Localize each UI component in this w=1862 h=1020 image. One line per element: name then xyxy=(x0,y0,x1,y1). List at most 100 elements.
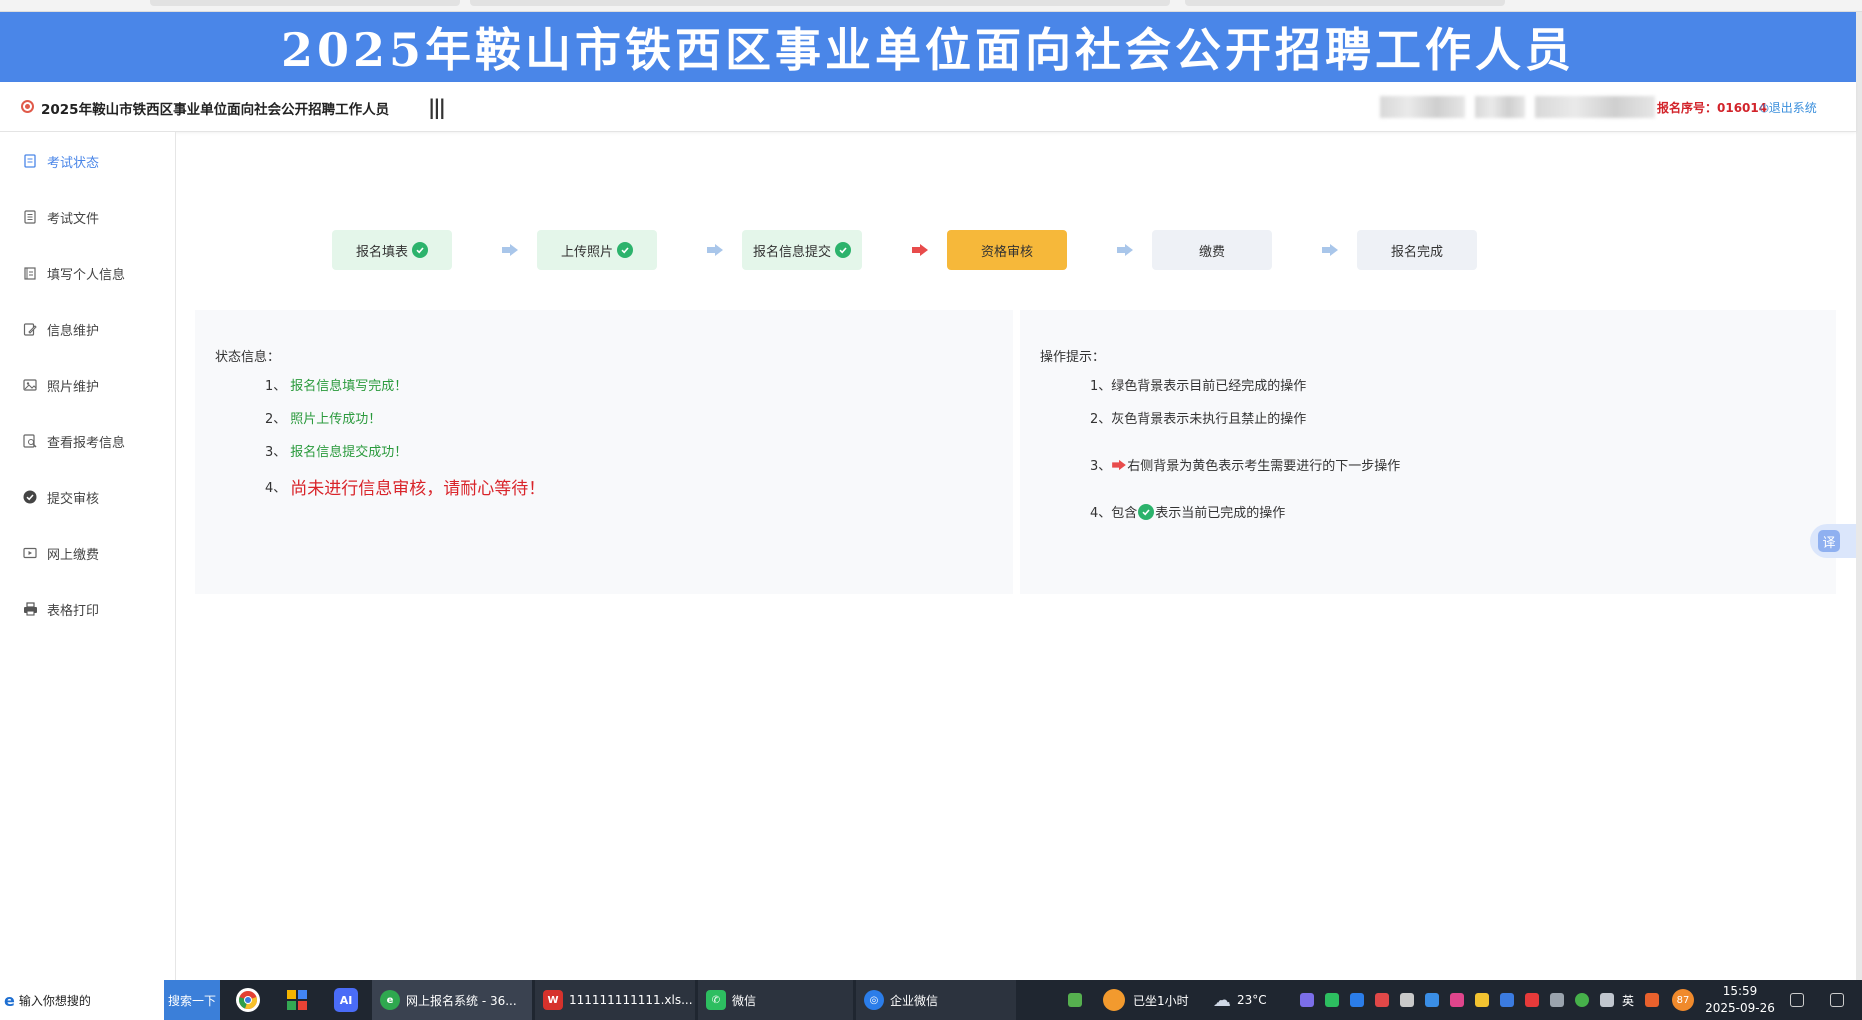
sidebar-item-label: 填写个人信息 xyxy=(47,267,126,283)
status-heading: 状态信息： xyxy=(215,350,281,365)
status-line-number: 1、 xyxy=(265,379,287,394)
translate-button[interactable]: 译 xyxy=(1810,524,1856,558)
wechat-tray-icon[interactable] xyxy=(1325,993,1339,1007)
wecom-tray-icon[interactable] xyxy=(1350,993,1364,1007)
hint-line: 3、 右侧背景为黄色表示考生需要进行的下一步操作 xyxy=(1090,455,1400,474)
browser-tab-strip xyxy=(0,0,1862,12)
step-payment[interactable]: 缴费 xyxy=(1152,230,1272,270)
taskbar-search-button[interactable]: 搜索一下 xyxy=(164,980,220,1020)
printer-icon xyxy=(22,601,38,617)
sogou-icon[interactable] xyxy=(1645,993,1659,1007)
sitting-reminder[interactable]: 已坐1小时 xyxy=(1103,980,1189,1020)
sidebar-item-online-payment[interactable]: 网上缴费 xyxy=(0,533,175,573)
arrow-right-icon xyxy=(1322,244,1338,256)
step-upload-photo[interactable]: 上传照片 xyxy=(537,230,657,270)
check-circle-icon xyxy=(22,489,38,505)
status-line-text: 报名信息填写完成！ xyxy=(290,379,408,394)
tray-app-icon[interactable] xyxy=(1300,993,1314,1007)
taskbar-app-label: 企业微信 xyxy=(890,993,939,1008)
ai-app-icon[interactable]: AI xyxy=(334,988,358,1012)
sidebar-item-exam-status[interactable]: 考试状态 xyxy=(0,141,175,181)
os-taskbar: e 输入你想搜的 搜索一下 AI e 网上报名系统 - 36... W 1111… xyxy=(0,980,1862,1020)
hint-line-text: 灰色背景表示未执行且禁止的操作 xyxy=(1111,412,1307,427)
browser-tab[interactable] xyxy=(150,0,460,6)
wecom-icon: ◎ xyxy=(864,990,884,1010)
browser-address-bar[interactable] xyxy=(470,0,1170,6)
page-scrollbar[interactable] xyxy=(1856,12,1862,980)
tray-app-icon[interactable] xyxy=(1450,993,1464,1007)
sidebar-item-submit-review[interactable]: 提交审核 xyxy=(0,477,175,517)
chrome-icon[interactable] xyxy=(236,988,260,1012)
step-label: 缴费 xyxy=(1198,244,1225,260)
logo-icon xyxy=(21,100,34,113)
search-doc-icon xyxy=(22,433,38,449)
bluetooth-icon[interactable] xyxy=(1500,993,1514,1007)
show-desktop-icon[interactable] xyxy=(1790,993,1804,1007)
redacted-user-info xyxy=(1535,96,1655,118)
hint-line-text: 表示当前已完成的操作 xyxy=(1155,506,1286,521)
tray-app-icon[interactable] xyxy=(1525,993,1539,1007)
step-submit-info[interactable]: 报名信息提交 xyxy=(742,230,862,270)
status-line-number: 3、 xyxy=(265,445,287,460)
step-fill-form[interactable]: 报名填表 xyxy=(332,230,452,270)
tray-app-icon[interactable] xyxy=(1575,993,1589,1007)
step-label: 资格审核 xyxy=(980,244,1033,260)
tray-app-icon[interactable] xyxy=(1475,993,1489,1007)
usb-tray-icon[interactable] xyxy=(1400,993,1414,1007)
step-label: 上传照片 xyxy=(560,244,613,260)
wifi-icon[interactable] xyxy=(1550,993,1564,1007)
ime-indicator[interactable]: 英 xyxy=(1622,980,1634,1020)
arrow-right-icon xyxy=(707,244,723,256)
step-label: 报名完成 xyxy=(1390,244,1443,260)
weather-text: 23°C xyxy=(1237,993,1267,1007)
taskbar-app-label: 网上报名系统 - 36... xyxy=(406,993,517,1008)
browser-icon: e xyxy=(380,990,400,1010)
taskbar-app-registration[interactable]: e 网上报名系统 - 36... xyxy=(372,980,532,1020)
sidebar-item-form-print[interactable]: 表格打印 xyxy=(0,589,175,629)
taskbar-app-wechat[interactable]: ✆ 微信 xyxy=(698,980,853,1020)
weather-widget[interactable]: ☁ 23°C xyxy=(1213,980,1267,1020)
sidebar-item-label: 照片维护 xyxy=(47,379,100,395)
hint-line-number: 1、 xyxy=(1090,379,1112,394)
notification-center-icon[interactable] xyxy=(1830,993,1844,1007)
sidebar-item-info-maintenance[interactable]: 信息维护 xyxy=(0,309,175,349)
clock-time: 15:59 xyxy=(1722,984,1758,998)
pencil-doc-icon xyxy=(22,321,38,337)
search-tray-icon[interactable] xyxy=(1425,993,1439,1007)
step-qualification-review[interactable]: 资格审核 xyxy=(947,230,1067,270)
status-line-pending: 尚未进行信息审核，请耐心等待！ xyxy=(290,479,546,499)
registration-number: 报名序号：016014 xyxy=(1657,101,1768,115)
doc-icon xyxy=(22,153,38,169)
menu-toggle-button[interactable]: ||| xyxy=(428,95,446,119)
volume-icon[interactable] xyxy=(1600,993,1614,1007)
taskbar-app-wps[interactable]: W 111111111111.xls... xyxy=(535,980,695,1020)
sidebar-item-label: 考试文件 xyxy=(47,211,100,227)
badge-count: 87 xyxy=(1672,989,1694,1011)
sidebar-item-personal-info[interactable]: 填写个人信息 xyxy=(0,253,175,293)
hint-line: 1、 绿色背景表示目前已经完成的操作 xyxy=(1090,375,1306,394)
taskbar-app-label: 微信 xyxy=(732,993,757,1008)
system-clock[interactable]: 15:59 2025-09-26 xyxy=(1700,983,1780,1017)
hint-line: 4、 包含 表示当前已完成的操作 xyxy=(1090,502,1285,521)
sidebar-item-view-registration[interactable]: 查看报考信息 xyxy=(0,421,175,461)
logout-link[interactable]: ⏻退出系统 xyxy=(1760,99,1817,116)
check-icon xyxy=(1138,503,1155,520)
step-registration-complete[interactable]: 报名完成 xyxy=(1357,230,1477,270)
sidebar-item-exam-files[interactable]: 考试文件 xyxy=(0,197,175,237)
app-grid-icon[interactable] xyxy=(285,988,309,1012)
taskbar-search-input[interactable]: e 输入你想搜的 xyxy=(0,980,164,1020)
check-icon xyxy=(835,242,851,258)
power-icon: ⏻ xyxy=(1760,102,1769,115)
sidebar-item-label: 信息维护 xyxy=(47,323,100,339)
hints-heading: 操作提示： xyxy=(1040,350,1106,365)
browser-search-bar[interactable] xyxy=(1185,0,1505,6)
image-icon xyxy=(22,377,38,393)
battery-icon[interactable] xyxy=(1068,993,1082,1007)
hint-line-text: 右侧背景为黄色表示考生需要进行的下一步操作 xyxy=(1127,459,1401,474)
taskbar-app-wecom[interactable]: ◎ 企业微信 xyxy=(856,980,1016,1020)
arrow-right-icon xyxy=(1117,244,1133,256)
sidebar-item-photo-maintenance[interactable]: 照片维护 xyxy=(0,365,175,405)
security-tray-icon[interactable] xyxy=(1375,993,1389,1007)
notification-badge[interactable]: 87 xyxy=(1672,980,1694,1020)
status-line: 1、 报名信息填写完成！ xyxy=(265,375,407,394)
